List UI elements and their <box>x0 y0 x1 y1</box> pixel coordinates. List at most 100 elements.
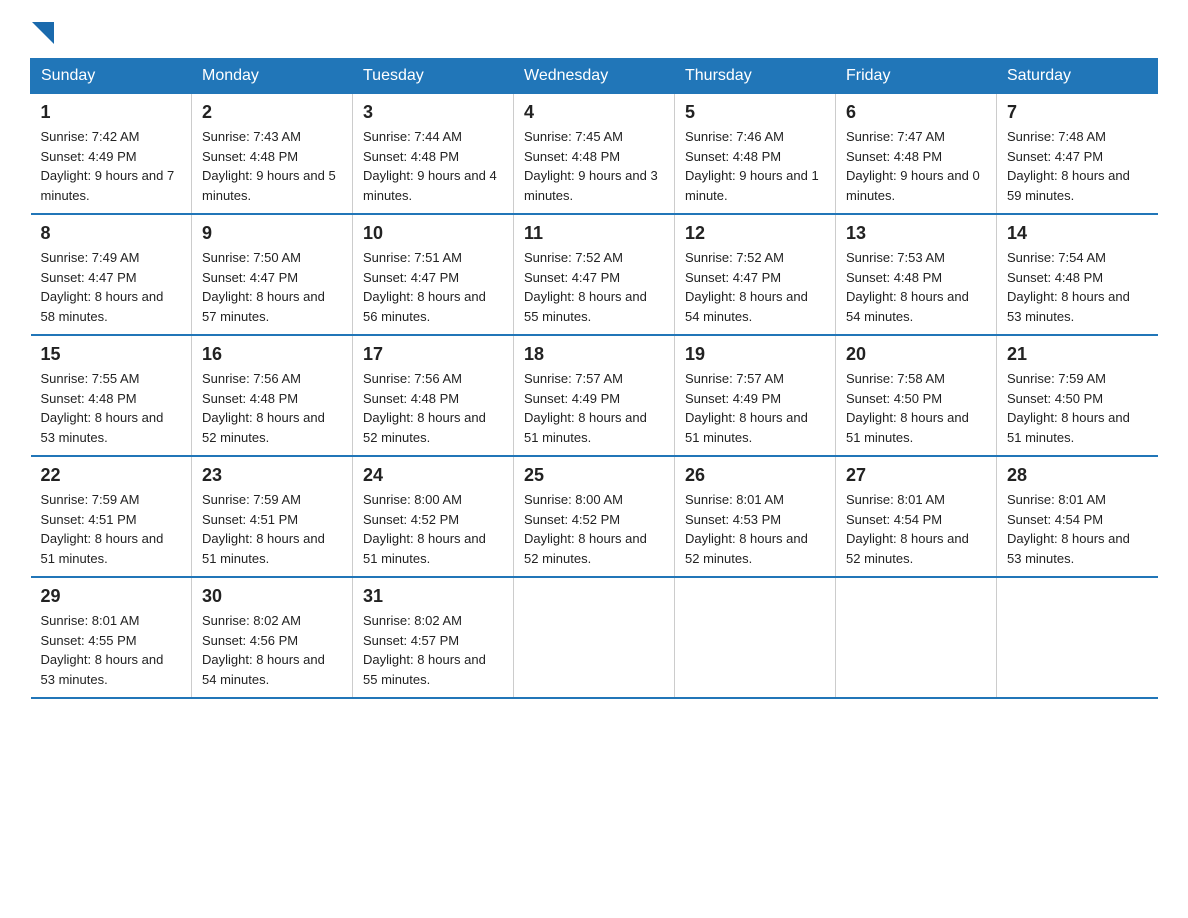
header-sunday: Sunday <box>31 59 192 94</box>
calendar-cell: 29 Sunrise: 8:01 AMSunset: 4:55 PMDaylig… <box>31 577 192 698</box>
day-info: Sunrise: 7:51 AMSunset: 4:47 PMDaylight:… <box>363 250 486 324</box>
calendar-cell <box>836 577 997 698</box>
calendar-cell: 19 Sunrise: 7:57 AMSunset: 4:49 PMDaylig… <box>675 335 836 456</box>
day-number: 15 <box>41 344 182 365</box>
day-info: Sunrise: 7:45 AMSunset: 4:48 PMDaylight:… <box>524 129 658 203</box>
day-info: Sunrise: 7:56 AMSunset: 4:48 PMDaylight:… <box>363 371 486 445</box>
day-number: 17 <box>363 344 503 365</box>
calendar-cell: 8 Sunrise: 7:49 AMSunset: 4:47 PMDayligh… <box>31 214 192 335</box>
day-number: 3 <box>363 102 503 123</box>
calendar-cell: 9 Sunrise: 7:50 AMSunset: 4:47 PMDayligh… <box>192 214 353 335</box>
day-info: Sunrise: 7:46 AMSunset: 4:48 PMDaylight:… <box>685 129 819 203</box>
calendar-cell: 28 Sunrise: 8:01 AMSunset: 4:54 PMDaylig… <box>997 456 1158 577</box>
day-number: 21 <box>1007 344 1148 365</box>
day-number: 18 <box>524 344 664 365</box>
calendar-cell: 18 Sunrise: 7:57 AMSunset: 4:49 PMDaylig… <box>514 335 675 456</box>
calendar-cell: 31 Sunrise: 8:02 AMSunset: 4:57 PMDaylig… <box>353 577 514 698</box>
calendar-cell: 1 Sunrise: 7:42 AMSunset: 4:49 PMDayligh… <box>31 94 192 215</box>
calendar-cell: 11 Sunrise: 7:52 AMSunset: 4:47 PMDaylig… <box>514 214 675 335</box>
calendar-cell: 5 Sunrise: 7:46 AMSunset: 4:48 PMDayligh… <box>675 94 836 215</box>
day-number: 5 <box>685 102 825 123</box>
day-number: 30 <box>202 586 342 607</box>
day-info: Sunrise: 8:00 AMSunset: 4:52 PMDaylight:… <box>524 492 647 566</box>
calendar-cell: 26 Sunrise: 8:01 AMSunset: 4:53 PMDaylig… <box>675 456 836 577</box>
day-info: Sunrise: 7:48 AMSunset: 4:47 PMDaylight:… <box>1007 129 1130 203</box>
calendar-cell <box>514 577 675 698</box>
day-number: 20 <box>846 344 986 365</box>
calendar-cell <box>675 577 836 698</box>
calendar-cell: 15 Sunrise: 7:55 AMSunset: 4:48 PMDaylig… <box>31 335 192 456</box>
day-number: 19 <box>685 344 825 365</box>
day-info: Sunrise: 7:49 AMSunset: 4:47 PMDaylight:… <box>41 250 164 324</box>
day-info: Sunrise: 7:57 AMSunset: 4:49 PMDaylight:… <box>524 371 647 445</box>
week-row-3: 15 Sunrise: 7:55 AMSunset: 4:48 PMDaylig… <box>31 335 1158 456</box>
day-number: 1 <box>41 102 182 123</box>
week-row-4: 22 Sunrise: 7:59 AMSunset: 4:51 PMDaylig… <box>31 456 1158 577</box>
day-number: 14 <box>1007 223 1148 244</box>
day-number: 24 <box>363 465 503 486</box>
day-number: 27 <box>846 465 986 486</box>
day-number: 22 <box>41 465 182 486</box>
day-number: 11 <box>524 223 664 244</box>
day-number: 9 <box>202 223 342 244</box>
day-number: 10 <box>363 223 503 244</box>
day-number: 31 <box>363 586 503 607</box>
day-number: 8 <box>41 223 182 244</box>
calendar-cell: 13 Sunrise: 7:53 AMSunset: 4:48 PMDaylig… <box>836 214 997 335</box>
logo-arrow-icon <box>32 22 54 44</box>
day-info: Sunrise: 7:43 AMSunset: 4:48 PMDaylight:… <box>202 129 336 203</box>
header-wednesday: Wednesday <box>514 59 675 94</box>
day-info: Sunrise: 7:52 AMSunset: 4:47 PMDaylight:… <box>524 250 647 324</box>
header-row: SundayMondayTuesdayWednesdayThursdayFrid… <box>31 59 1158 94</box>
day-number: 6 <box>846 102 986 123</box>
day-number: 28 <box>1007 465 1148 486</box>
day-info: Sunrise: 7:58 AMSunset: 4:50 PMDaylight:… <box>846 371 969 445</box>
calendar-cell: 20 Sunrise: 7:58 AMSunset: 4:50 PMDaylig… <box>836 335 997 456</box>
day-info: Sunrise: 8:01 AMSunset: 4:54 PMDaylight:… <box>846 492 969 566</box>
day-info: Sunrise: 7:50 AMSunset: 4:47 PMDaylight:… <box>202 250 325 324</box>
day-info: Sunrise: 8:01 AMSunset: 4:53 PMDaylight:… <box>685 492 808 566</box>
day-info: Sunrise: 8:02 AMSunset: 4:57 PMDaylight:… <box>363 613 486 687</box>
day-info: Sunrise: 7:47 AMSunset: 4:48 PMDaylight:… <box>846 129 980 203</box>
calendar-cell: 25 Sunrise: 8:00 AMSunset: 4:52 PMDaylig… <box>514 456 675 577</box>
day-info: Sunrise: 7:57 AMSunset: 4:49 PMDaylight:… <box>685 371 808 445</box>
day-info: Sunrise: 8:01 AMSunset: 4:55 PMDaylight:… <box>41 613 164 687</box>
calendar-cell: 24 Sunrise: 8:00 AMSunset: 4:52 PMDaylig… <box>353 456 514 577</box>
calendar-cell: 3 Sunrise: 7:44 AMSunset: 4:48 PMDayligh… <box>353 94 514 215</box>
calendar-cell: 2 Sunrise: 7:43 AMSunset: 4:48 PMDayligh… <box>192 94 353 215</box>
calendar-cell: 7 Sunrise: 7:48 AMSunset: 4:47 PMDayligh… <box>997 94 1158 215</box>
day-number: 26 <box>685 465 825 486</box>
logo <box>30 20 54 38</box>
day-info: Sunrise: 7:59 AMSunset: 4:50 PMDaylight:… <box>1007 371 1130 445</box>
calendar-cell: 16 Sunrise: 7:56 AMSunset: 4:48 PMDaylig… <box>192 335 353 456</box>
calendar-cell: 22 Sunrise: 7:59 AMSunset: 4:51 PMDaylig… <box>31 456 192 577</box>
calendar-table: SundayMondayTuesdayWednesdayThursdayFrid… <box>30 58 1158 699</box>
calendar-cell: 4 Sunrise: 7:45 AMSunset: 4:48 PMDayligh… <box>514 94 675 215</box>
day-info: Sunrise: 8:02 AMSunset: 4:56 PMDaylight:… <box>202 613 325 687</box>
day-number: 29 <box>41 586 182 607</box>
day-info: Sunrise: 8:01 AMSunset: 4:54 PMDaylight:… <box>1007 492 1130 566</box>
calendar-cell: 12 Sunrise: 7:52 AMSunset: 4:47 PMDaylig… <box>675 214 836 335</box>
day-info: Sunrise: 7:54 AMSunset: 4:48 PMDaylight:… <box>1007 250 1130 324</box>
day-number: 2 <box>202 102 342 123</box>
calendar-cell: 17 Sunrise: 7:56 AMSunset: 4:48 PMDaylig… <box>353 335 514 456</box>
week-row-2: 8 Sunrise: 7:49 AMSunset: 4:47 PMDayligh… <box>31 214 1158 335</box>
header-saturday: Saturday <box>997 59 1158 94</box>
calendar-cell <box>997 577 1158 698</box>
day-info: Sunrise: 7:52 AMSunset: 4:47 PMDaylight:… <box>685 250 808 324</box>
day-info: Sunrise: 7:53 AMSunset: 4:48 PMDaylight:… <box>846 250 969 324</box>
week-row-5: 29 Sunrise: 8:01 AMSunset: 4:55 PMDaylig… <box>31 577 1158 698</box>
day-info: Sunrise: 7:56 AMSunset: 4:48 PMDaylight:… <box>202 371 325 445</box>
day-info: Sunrise: 7:55 AMSunset: 4:48 PMDaylight:… <box>41 371 164 445</box>
day-number: 16 <box>202 344 342 365</box>
day-info: Sunrise: 7:59 AMSunset: 4:51 PMDaylight:… <box>202 492 325 566</box>
header-friday: Friday <box>836 59 997 94</box>
day-info: Sunrise: 8:00 AMSunset: 4:52 PMDaylight:… <box>363 492 486 566</box>
calendar-cell: 14 Sunrise: 7:54 AMSunset: 4:48 PMDaylig… <box>997 214 1158 335</box>
header-monday: Monday <box>192 59 353 94</box>
day-number: 7 <box>1007 102 1148 123</box>
calendar-cell: 10 Sunrise: 7:51 AMSunset: 4:47 PMDaylig… <box>353 214 514 335</box>
day-number: 4 <box>524 102 664 123</box>
calendar-cell: 27 Sunrise: 8:01 AMSunset: 4:54 PMDaylig… <box>836 456 997 577</box>
week-row-1: 1 Sunrise: 7:42 AMSunset: 4:49 PMDayligh… <box>31 94 1158 215</box>
